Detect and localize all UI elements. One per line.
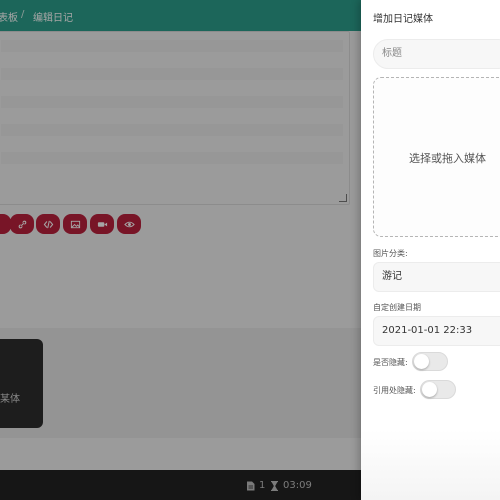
dropzone-label: 选择或拖入媒体 — [409, 152, 486, 165]
category-label: 图片分类: — [373, 249, 408, 258]
ref-hidden-label: 引用处隐藏: — [373, 386, 416, 395]
hidden-toggle[interactable] — [412, 352, 448, 371]
drawer-title: 增加日记媒体 — [373, 14, 433, 25]
ref-hidden-toggle[interactable] — [420, 380, 456, 399]
toggle-knob — [422, 382, 437, 397]
hidden-label: 是否隐藏: — [373, 358, 408, 367]
media-title-input[interactable]: 标题 — [373, 39, 500, 69]
drawer-footer — [361, 430, 500, 500]
toggle-knob — [414, 354, 429, 369]
date-label: 自定创建日期 — [373, 303, 421, 312]
date-input[interactable]: 2021-01-01 22:33 — [373, 316, 500, 346]
category-select[interactable]: 游记 — [373, 262, 500, 292]
add-media-drawer: 增加日记媒体 标题 选择或拖入媒体 图片分类: 游记 自定创建日期 2021-0… — [361, 0, 500, 500]
modal-backdrop[interactable] — [0, 0, 361, 500]
